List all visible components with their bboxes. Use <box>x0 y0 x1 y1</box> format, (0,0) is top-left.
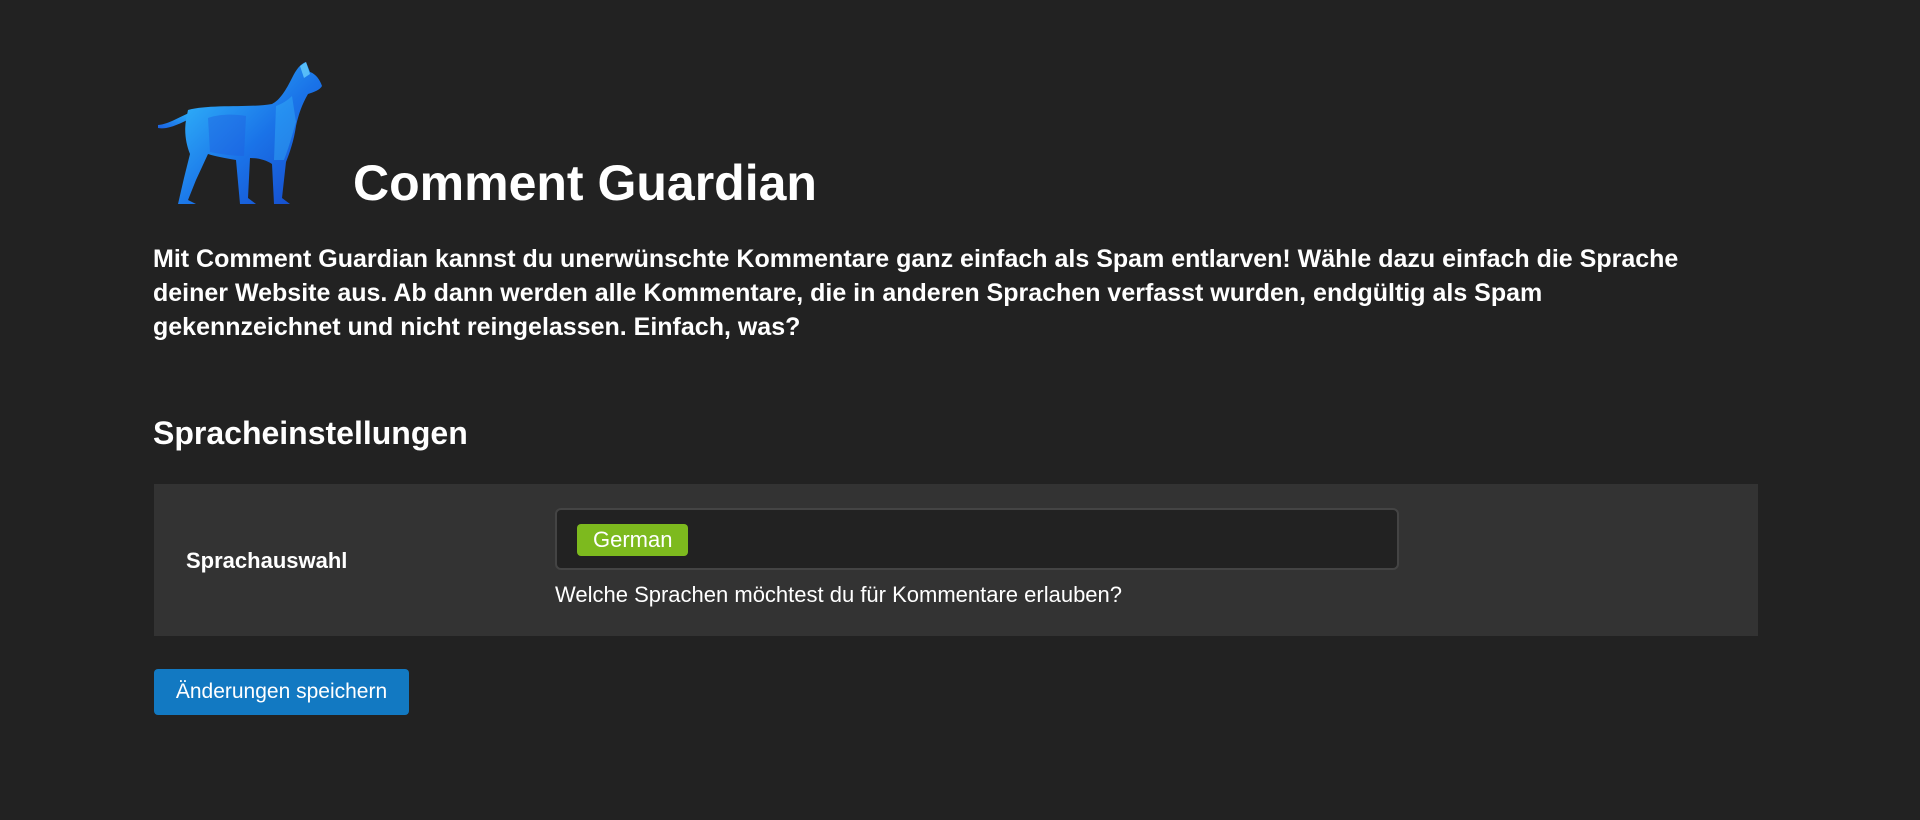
language-multiselect[interactable]: German <box>555 508 1399 570</box>
save-changes-button[interactable]: Änderungen speichern <box>154 669 409 715</box>
dog-logo-icon <box>150 60 350 205</box>
language-tag[interactable]: German <box>577 524 689 556</box>
language-help-text: Welche Sprachen möchtest du für Kommenta… <box>555 582 1123 607</box>
settings-page: Comment Guardian Mit Comment Guardian ka… <box>0 0 1920 820</box>
section-title: Spracheinstellungen <box>153 415 468 451</box>
language-field-label: Sprachauswahl <box>186 548 348 573</box>
app-title: Comment Guardian <box>353 155 817 211</box>
intro-text: Mit Comment Guardian kannst du unerwünsc… <box>153 245 1679 341</box>
language-settings-panel: Sprachauswahl German Welche Sprachen möc… <box>154 484 1758 636</box>
